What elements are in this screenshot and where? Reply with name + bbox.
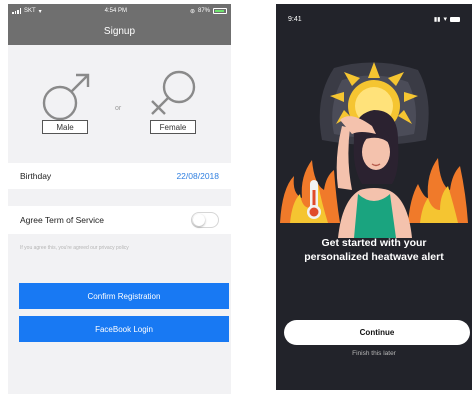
headline-line-2: personalized heatwave alert <box>304 251 444 263</box>
onboarding-headline: Get started with your personalized heatw… <box>286 236 462 264</box>
privacy-hint: If you agree this, you're agreed our pri… <box>20 245 129 251</box>
facebook-login-button[interactable]: FaceBook Login <box>19 316 229 342</box>
status-time: 4:54 PM <box>104 8 127 14</box>
toggle-knob <box>193 214 205 226</box>
heatwave-onboarding-screen: 9:41 ▮▮ ▾ Get started with your personal… <box>276 4 472 390</box>
status-bar: SKT ▾ 4:54 PM ⊛ 87% <box>8 6 231 16</box>
signup-header: SKT ▾ 4:54 PM ⊛ 87% Signup <box>8 4 231 45</box>
gender-selector: Male or Female <box>8 45 231 164</box>
finish-later-link[interactable]: Finish this later <box>276 350 472 357</box>
female-symbol-icon <box>151 70 196 115</box>
fire-right-icon <box>408 158 468 223</box>
signal-icon <box>12 8 21 14</box>
bluetooth-icon: ⊛ <box>189 8 195 15</box>
continue-button[interactable]: Continue <box>284 320 470 345</box>
page-title: Signup <box>103 26 136 37</box>
birthday-row[interactable]: Birthday 22/08/2018 <box>8 163 231 189</box>
wifi-icon: ▾ <box>443 16 447 23</box>
heatwave-illustration <box>280 62 468 238</box>
status-bar-dark: 9:41 ▮▮ ▾ <box>276 14 472 24</box>
signal-icon: ▮▮ <box>433 16 441 23</box>
battery-icon <box>213 8 227 14</box>
carrier-text: SKT <box>24 8 36 14</box>
male-symbol-icon <box>42 73 90 121</box>
female-button[interactable]: Female <box>150 120 196 134</box>
terms-row: Agree Term of Service <box>8 206 231 234</box>
wifi-icon: ▾ <box>38 8 42 15</box>
agree-terms-label: Agree Term of Service <box>20 215 104 225</box>
male-button[interactable]: Male <box>42 120 88 134</box>
signup-screen: SKT ▾ 4:54 PM ⊛ 87% Signup Male or Femal… <box>8 4 231 394</box>
birthday-value[interactable]: 22/08/2018 <box>176 171 219 181</box>
battery-percent: 87% <box>197 8 210 14</box>
battery-icon <box>450 16 460 22</box>
headline-line-1: Get started with your <box>321 237 427 249</box>
birthday-label: Birthday <box>20 171 52 181</box>
confirm-registration-button[interactable]: Confirm Registration <box>19 283 229 309</box>
or-label: or <box>115 105 122 112</box>
agree-terms-toggle[interactable] <box>191 212 219 228</box>
status-time: 9:41 <box>288 15 302 23</box>
